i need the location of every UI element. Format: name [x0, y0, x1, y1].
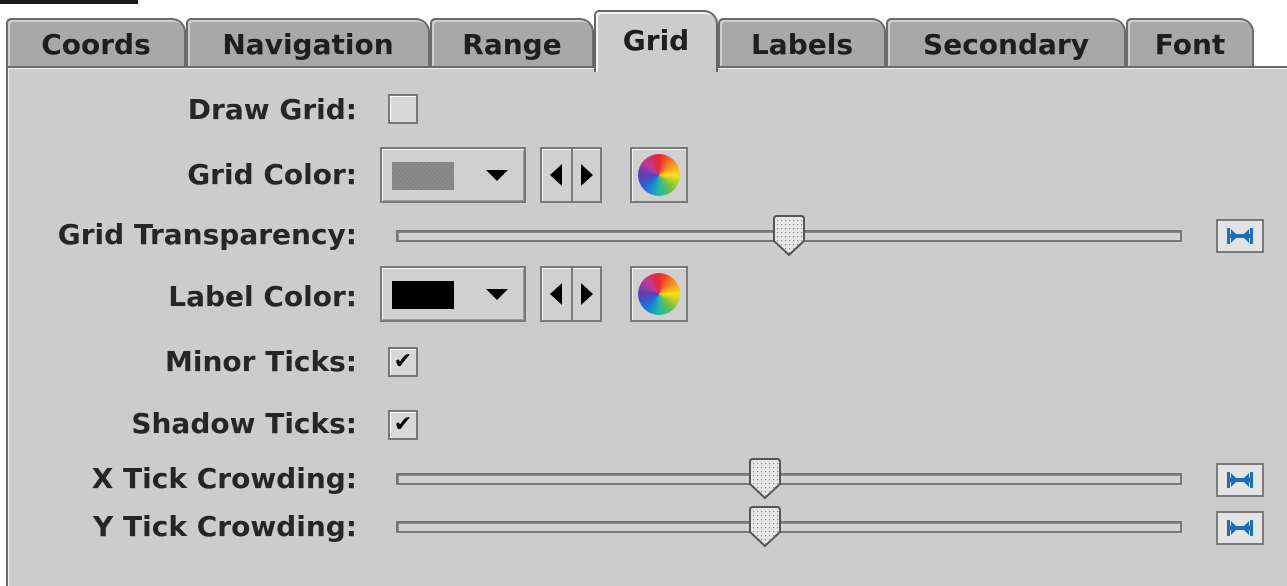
grid-color-next-button[interactable] [573, 149, 602, 201]
grid-transparency-reset-button[interactable] [1216, 219, 1264, 253]
y-tick-crowding-label: Y Tick Crowding: [93, 510, 357, 543]
tab-strip: Coords Navigation Range Grid Labels Seco… [6, 8, 1287, 72]
color-wheel-icon [638, 154, 680, 196]
reset-slider-icon [1227, 520, 1253, 536]
arrow-right-icon [581, 283, 593, 305]
grid-color-swatch [392, 162, 454, 190]
grid-color-previous-button[interactable] [542, 149, 573, 201]
label-color-label: Label Color: [168, 280, 357, 313]
grid-color-label: Grid Color: [187, 158, 357, 191]
tab-secondary[interactable]: Secondary [886, 18, 1126, 68]
tab-font[interactable]: Font [1126, 18, 1254, 68]
tab-labels[interactable]: Labels [718, 18, 886, 68]
slider-track [396, 521, 1182, 533]
reset-slider-icon [1227, 472, 1253, 488]
arrow-left-icon [550, 164, 562, 186]
arrow-left-icon [550, 283, 562, 305]
y-tick-crowding-reset-button[interactable] [1216, 511, 1264, 545]
slider-thumb[interactable] [772, 215, 806, 257]
label-color-swatch [392, 281, 454, 309]
minor-ticks-checkbox[interactable]: ✔ [388, 347, 418, 377]
tab-grid[interactable]: Grid [594, 10, 718, 72]
arrow-right-icon [581, 164, 593, 186]
slider-track [396, 473, 1182, 485]
grid-transparency-slider[interactable] [396, 215, 1182, 259]
tab-navigation[interactable]: Navigation [186, 18, 430, 68]
x-tick-crowding-slider[interactable] [396, 458, 1182, 502]
label-color-previous-button[interactable] [542, 268, 573, 320]
slider-thumb[interactable] [748, 506, 782, 548]
draw-grid-label: Draw Grid: [187, 93, 357, 126]
shadow-ticks-label: Shadow Ticks: [131, 407, 357, 440]
label-color-stepper [540, 266, 602, 322]
color-wheel-icon [638, 273, 680, 315]
x-tick-crowding-label: X Tick Crowding: [91, 462, 357, 495]
slider-thumb[interactable] [748, 458, 782, 500]
reset-slider-icon [1227, 228, 1253, 244]
draw-grid-checkbox[interactable] [388, 94, 418, 124]
chevron-down-icon [486, 170, 508, 181]
y-tick-crowding-slider[interactable] [396, 506, 1182, 550]
window-edge-line [0, 0, 138, 4]
grid-color-stepper [540, 147, 602, 203]
minor-ticks-label: Minor Ticks: [165, 345, 357, 378]
x-tick-crowding-reset-button[interactable] [1216, 463, 1264, 497]
grid-transparency-label: Grid Transparency: [57, 218, 357, 251]
label-color-chooser-button[interactable] [630, 266, 688, 322]
tab-coords[interactable]: Coords [6, 18, 186, 68]
grid-color-chooser-button[interactable] [630, 147, 688, 203]
label-color-dropdown[interactable] [380, 266, 526, 322]
shadow-ticks-checkbox[interactable]: ✔ [388, 410, 418, 440]
label-color-next-button[interactable] [573, 268, 602, 320]
chevron-down-icon [486, 289, 508, 300]
grid-color-dropdown[interactable] [380, 147, 526, 203]
tab-range[interactable]: Range [430, 18, 594, 68]
